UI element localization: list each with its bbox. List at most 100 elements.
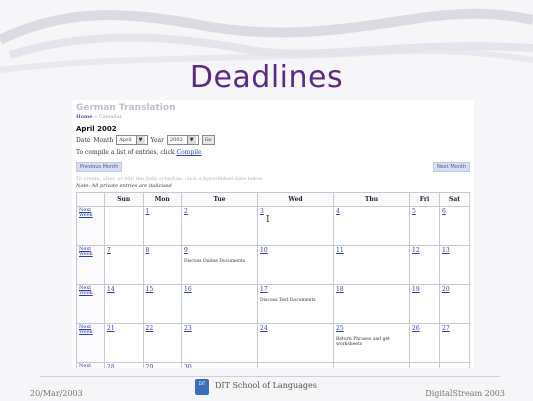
next-week-link[interactable]: Next Week xyxy=(79,247,102,257)
calendar-entry[interactable]: Discuss Text Documents xyxy=(260,298,331,303)
breadcrumb-current: Calendar xyxy=(98,114,122,120)
day-cell xyxy=(439,362,470,368)
header-fri: Fri xyxy=(409,192,440,207)
go-button[interactable]: Go xyxy=(201,135,215,145)
next-week-link[interactable]: Next Week xyxy=(79,325,102,335)
calendar-week-row: Next Week 1 2 3I 4 5 6 xyxy=(76,206,470,246)
day-cell: 21 xyxy=(104,323,144,363)
day-link[interactable]: 2 xyxy=(184,208,255,215)
week-cell: Next Week xyxy=(76,323,105,363)
header-sun: Sun xyxy=(104,192,144,207)
site-title: German Translation xyxy=(76,103,176,113)
day-cell xyxy=(333,362,410,368)
month-nav: Previous Month Next Month xyxy=(76,162,470,172)
day-link[interactable]: 27 xyxy=(442,325,467,332)
next-week-link[interactable]: Next Week xyxy=(79,208,102,218)
day-cell: 15 xyxy=(142,284,182,324)
day-link[interactable]: 24 xyxy=(260,325,331,332)
next-week-link[interactable]: Next Week xyxy=(79,286,102,296)
day-cell: 11 xyxy=(333,245,410,285)
slide-title: Deadlines xyxy=(189,60,344,95)
day-link[interactable]: 6 xyxy=(442,208,467,215)
date-selector-row: Date Month April ▼ Year 2002 ▼ Go xyxy=(76,135,215,145)
day-link[interactable]: 10 xyxy=(260,247,331,254)
day-cell: 27 xyxy=(439,323,470,363)
day-cell: 12 xyxy=(409,245,440,285)
header-tue: Tue xyxy=(181,192,258,207)
calendar-week-row: Next Week 7 8 9 Discuss Online Documents … xyxy=(76,245,470,285)
day-cell xyxy=(409,362,440,368)
previous-month-button[interactable]: Previous Month xyxy=(76,162,123,172)
day-link[interactable]: 30 xyxy=(184,364,255,368)
day-link[interactable]: 14 xyxy=(107,286,141,293)
next-week-link[interactable]: Next Week xyxy=(79,364,102,369)
week-cell: Next Week xyxy=(76,284,105,324)
day-cell: 5 xyxy=(409,206,440,246)
day-link[interactable]: 9 xyxy=(184,247,255,254)
calendar-week-row: Next Week 21 22 23 24 25 Return Phrases a… xyxy=(76,323,470,363)
day-cell: 26 xyxy=(409,323,440,363)
compile-row: To compile a list of entries, click Comp… xyxy=(76,149,202,156)
day-cell: 1 xyxy=(142,206,182,246)
day-cell: 10 xyxy=(257,245,334,285)
day-cell: 23 xyxy=(181,323,258,363)
day-link[interactable]: 4 xyxy=(336,208,407,215)
footer-divider xyxy=(40,376,500,377)
slide: Deadlines German Translation Home » Cale… xyxy=(0,0,533,401)
day-link[interactable]: 15 xyxy=(146,286,180,293)
day-link[interactable]: 16 xyxy=(184,286,255,293)
private-note: Note: All private entries are italicised xyxy=(76,183,172,189)
day-link[interactable]: 21 xyxy=(107,325,141,332)
day-cell xyxy=(257,362,334,368)
day-cell: 25 Return Phrases and get worksheets xyxy=(333,323,410,363)
day-link[interactable]: 11 xyxy=(336,247,407,254)
calendar-entry[interactable]: Return Phrases and get worksheets xyxy=(336,337,407,347)
month-select-value: April xyxy=(119,137,132,143)
compile-link[interactable]: Compile xyxy=(177,149,202,156)
day-link[interactable]: 28 xyxy=(107,364,141,368)
header-wed: Wed xyxy=(257,192,334,207)
day-cell: 22 xyxy=(142,323,182,363)
day-link[interactable]: 20 xyxy=(442,286,467,293)
calendar-webpage: German Translation Home » Calendar April… xyxy=(72,100,474,368)
calendar-entry[interactable]: Discuss Online Documents xyxy=(184,259,255,264)
header-sat: Sat xyxy=(439,192,470,207)
footer-organization: DIT School of Languages xyxy=(215,381,317,390)
day-link[interactable]: 22 xyxy=(146,325,180,332)
month-select[interactable]: April ▼ xyxy=(116,135,148,145)
day-link[interactable]: 8 xyxy=(146,247,180,254)
day-cell: 19 xyxy=(409,284,440,324)
day-cell: 8 xyxy=(142,245,182,285)
day-link[interactable]: 1 xyxy=(146,208,180,215)
header-week xyxy=(76,192,105,207)
day-cell: 30 xyxy=(181,362,258,368)
breadcrumb-home-link[interactable]: Home xyxy=(76,114,93,120)
header-thu: Thu xyxy=(333,192,410,207)
day-link[interactable]: 29 xyxy=(146,364,180,368)
day-link[interactable]: 18 xyxy=(336,286,407,293)
day-link[interactable]: 17 xyxy=(260,286,331,293)
day-cell: 16 xyxy=(181,284,258,324)
edit-instructions: To create, alter, or edit the daily sche… xyxy=(76,176,264,182)
day-link[interactable]: 25 xyxy=(336,325,407,332)
dit-logo: DIT xyxy=(195,379,209,395)
day-cell: 14 xyxy=(104,284,144,324)
day-link[interactable]: 19 xyxy=(412,286,437,293)
year-select[interactable]: 2002 ▼ xyxy=(166,135,199,145)
day-link[interactable]: 26 xyxy=(412,325,437,332)
week-cell: Next Week xyxy=(76,362,105,369)
day-link[interactable]: 23 xyxy=(184,325,255,332)
day-link[interactable]: 3 xyxy=(260,208,331,215)
day-cell: 29 xyxy=(142,362,182,368)
year-select-value: 2002 xyxy=(169,137,183,143)
day-link[interactable]: 7 xyxy=(107,247,141,254)
day-cell: 6 xyxy=(439,206,470,246)
next-month-button[interactable]: Next Month xyxy=(433,162,470,172)
day-link[interactable]: 5 xyxy=(412,208,437,215)
day-link[interactable]: 12 xyxy=(412,247,437,254)
calendar-table: Sun Mon Tue Wed Thu Fri Sat Next Week 1 … xyxy=(76,192,470,368)
footer-brand: DigitalStream 2003 xyxy=(425,389,505,398)
day-cell: 24 xyxy=(257,323,334,363)
day-link[interactable]: 13 xyxy=(442,247,467,254)
compile-text: To compile a list of entries, click xyxy=(76,149,175,156)
